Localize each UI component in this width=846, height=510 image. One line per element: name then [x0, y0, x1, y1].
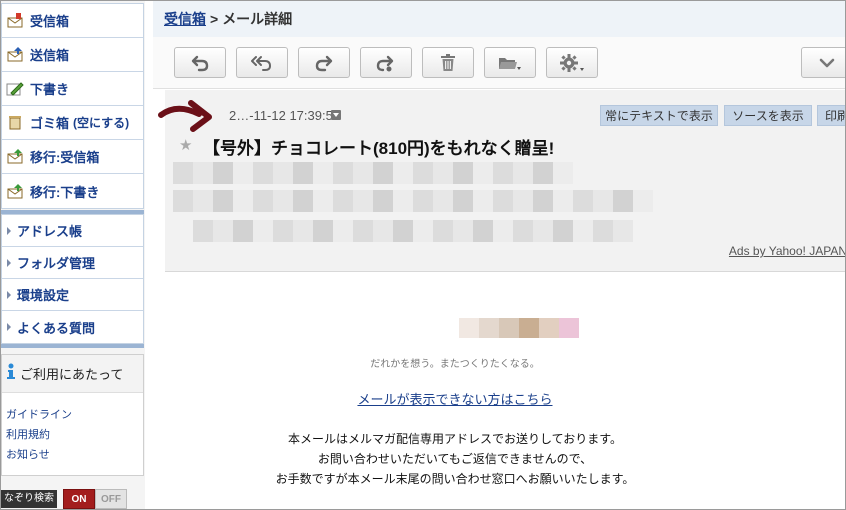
- reply-button[interactable]: [174, 47, 226, 78]
- folder-list: 受信箱 送信箱 下書き ゴミ箱 (空にする) 移行:受信箱 移行:下書き: [1, 3, 144, 209]
- notice-line: 本メールはメルマガ配信専用アドレスでお送りしております。: [287, 432, 623, 446]
- inbox-icon: [6, 13, 24, 29]
- settings-icon: [559, 53, 585, 73]
- folder-drafts[interactable]: 下書き: [2, 72, 143, 106]
- delete-icon: [440, 53, 456, 72]
- breadcrumb: 受信箱 > メール詳細: [153, 1, 845, 37]
- blurred-sender: [173, 162, 573, 184]
- news-link[interactable]: お知らせ: [6, 445, 143, 465]
- forward-button[interactable]: [298, 47, 350, 78]
- folder-inbox[interactable]: 受信箱: [2, 4, 143, 38]
- folder-label: ゴミ箱: [30, 116, 70, 131]
- mail-subject: 【号外】チョコレート(810円)をもれなく贈呈!: [203, 139, 555, 158]
- info-icon: [6, 363, 16, 384]
- info-box: ご利用にあたって ガイドライン 利用規約 お知らせ: [1, 354, 144, 476]
- mail-toolbar: [153, 37, 845, 89]
- mail-header: 2…-11-12 17:39:51 常にテキストで表示 ソースを表示 印刷 ★ …: [165, 90, 845, 272]
- folder-label: 移行:受信箱: [30, 150, 100, 165]
- trash-icon: [6, 115, 24, 131]
- folder-label: 下書き: [30, 82, 70, 97]
- delete-button[interactable]: [422, 47, 474, 78]
- migrate-draft-icon: [6, 183, 24, 199]
- triangle-icon: [7, 323, 11, 331]
- image-caption: だれかを想う。またつくりたくなる。: [370, 359, 540, 370]
- forward-attach-button[interactable]: [360, 47, 412, 78]
- folder-migrate-drafts[interactable]: 移行:下書き: [2, 174, 143, 208]
- main-panel: 受信箱 > メール詳細 2…-11-12 17:39:51 常にテキストで表示 …: [153, 1, 845, 509]
- blurred-image: [459, 318, 579, 338]
- window-frame: 受信箱 送信箱 下書き ゴミ箱 (空にする) 移行:受信箱 移行:下書き アドレ…: [0, 0, 846, 510]
- menu-folder-management[interactable]: フォルダ管理: [2, 247, 143, 279]
- sidebar-menu: アドレス帳 フォルダ管理 環境設定 よくある質問: [1, 214, 144, 344]
- trace-search-toggle: なぞり検索 ON OFF: [1, 488, 127, 509]
- trace-search-label: なぞり検索: [1, 490, 57, 508]
- annotation-arrow-icon: [158, 100, 212, 132]
- breadcrumb-separator: >: [210, 11, 219, 27]
- menu-faq[interactable]: よくある質問: [2, 311, 143, 343]
- triangle-icon: [7, 226, 11, 235]
- blurred-recipient: [173, 190, 653, 212]
- reply-icon: [191, 54, 209, 72]
- folder-outbox[interactable]: 送信箱: [2, 38, 143, 72]
- view-source-button[interactable]: ソースを表示: [724, 105, 812, 126]
- menu-settings[interactable]: 環境設定: [2, 279, 143, 311]
- breadcrumb-inbox-link[interactable]: 受信箱: [164, 9, 206, 29]
- folder-migrate-inbox[interactable]: 移行:受信箱: [2, 140, 143, 174]
- menu-label: フォルダ管理: [17, 256, 96, 271]
- star-icon[interactable]: ★: [179, 136, 192, 154]
- info-header: ご利用にあたって: [2, 355, 143, 393]
- reply-all-icon: [251, 54, 273, 72]
- mail-body: だれかを想う。またつくりたくなる。 メールが表示できない方はこちら 本メールはメ…: [165, 273, 845, 509]
- terms-link[interactable]: 利用規約: [6, 425, 143, 445]
- move-folder-button[interactable]: [484, 47, 536, 78]
- empty-trash-link[interactable]: (空にする): [73, 116, 129, 130]
- print-button[interactable]: 印刷: [817, 105, 845, 126]
- reply-all-button[interactable]: [236, 47, 288, 78]
- sidebar-divider: [1, 344, 144, 348]
- notice-text: 本メールはメルマガ配信専用アドレスでお送りしております。 お問い合わせいただいて…: [165, 429, 745, 489]
- migrate-inbox-icon: [6, 149, 24, 165]
- info-title: ご利用にあたって: [20, 367, 124, 382]
- outbox-icon: [6, 47, 24, 63]
- move-folder-icon: [498, 54, 522, 72]
- date-dropdown-icon[interactable]: [331, 110, 341, 120]
- draft-icon: [6, 81, 24, 97]
- settings-button[interactable]: [546, 47, 598, 78]
- guideline-link[interactable]: ガイドライン: [6, 405, 143, 425]
- blurred-address: [193, 220, 633, 242]
- info-links: ガイドライン 利用規約 お知らせ: [2, 393, 143, 465]
- folder-label: 移行:下書き: [30, 184, 100, 200]
- notice-line: お手数ですが本メール末尾の問い合わせ窓口へお願いいたします。: [275, 472, 635, 486]
- notice-line: お問い合わせいただいてもご返信できませんので、: [317, 452, 593, 466]
- forward-icon: [315, 54, 333, 72]
- ads-link[interactable]: Ads by Yahoo! JAPAN: [729, 244, 845, 258]
- expand-button[interactable]: [801, 47, 845, 78]
- mail-date: 2…-11-12 17:39:51: [229, 108, 341, 123]
- menu-label: アドレス帳: [17, 224, 83, 239]
- toggle-on-button[interactable]: ON: [63, 489, 95, 509]
- menu-label: よくある質問: [17, 320, 96, 336]
- expand-icon: [819, 57, 835, 69]
- toggle-off-button[interactable]: OFF: [95, 489, 127, 509]
- breadcrumb-current: メール詳細: [222, 11, 293, 27]
- folder-label: 送信箱: [30, 48, 70, 63]
- sidebar: 受信箱 送信箱 下書き ゴミ箱 (空にする) 移行:受信箱 移行:下書き アドレ…: [1, 1, 145, 509]
- folder-label: 受信箱: [30, 14, 70, 29]
- menu-address-book[interactable]: アドレス帳: [2, 215, 143, 247]
- view-online-link[interactable]: メールが表示できない方はこちら: [165, 389, 745, 408]
- triangle-icon: [7, 258, 11, 267]
- forward-attach-icon: [376, 54, 396, 72]
- menu-label: 環境設定: [17, 288, 70, 303]
- always-text-button[interactable]: 常にテキストで表示: [600, 105, 718, 126]
- triangle-icon: [7, 290, 11, 299]
- folder-trash[interactable]: ゴミ箱 (空にする): [2, 106, 143, 140]
